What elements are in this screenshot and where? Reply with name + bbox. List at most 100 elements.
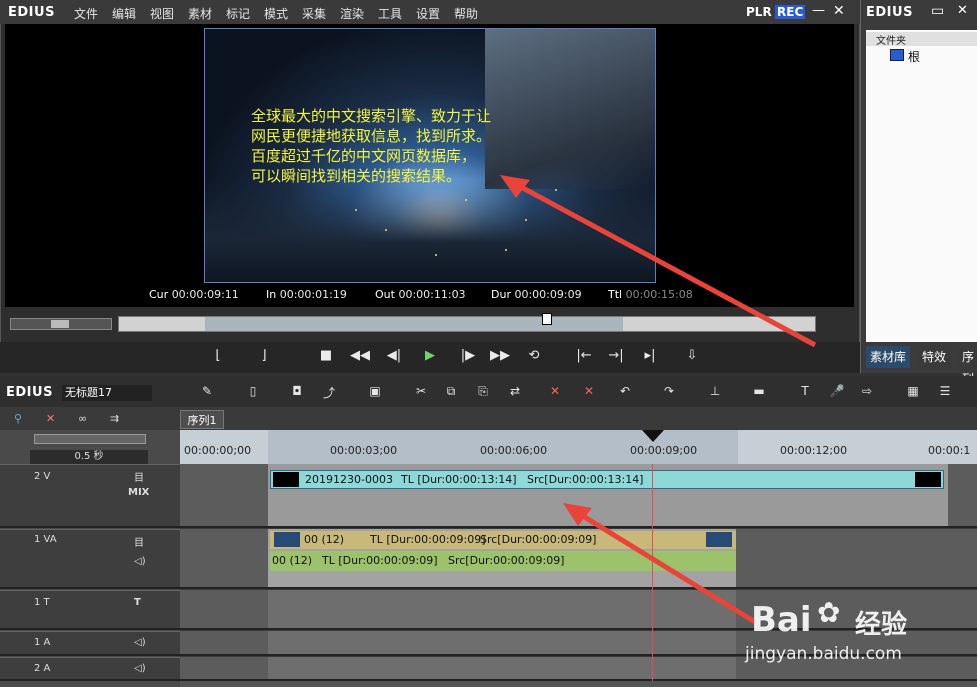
timeline-cursor[interactable] xyxy=(642,430,664,442)
menu-settings[interactable]: 设置 xyxy=(416,5,440,22)
menu-marker[interactable]: 标记 xyxy=(226,5,250,22)
prev-edit-icon[interactable]: |← xyxy=(572,346,596,366)
clip-tl-duration: TL [Dur:00:00:13:14] xyxy=(401,473,517,486)
folder-icon[interactable]: ▭ xyxy=(931,3,944,19)
loop-icon[interactable]: ⟲ xyxy=(522,346,546,366)
menu-mode[interactable]: 模式 xyxy=(264,5,288,22)
camera-icon[interactable]: ◘ xyxy=(288,384,306,400)
clip-name: 20191230-0003 xyxy=(305,473,393,486)
next-edit-icon[interactable]: →| xyxy=(604,346,628,366)
plr-mode-button[interactable]: PLR xyxy=(746,5,772,19)
redo-icon[interactable]: ↷ xyxy=(660,384,678,400)
track-tool-icon[interactable]: ✕ xyxy=(46,412,55,425)
track-name: 2 A xyxy=(34,663,51,674)
ruler-label: 00:00:06;00 xyxy=(480,444,548,457)
subtitle-line: 全球最大的中文搜索引擎、致力于让 xyxy=(251,107,492,125)
step-back-icon[interactable]: ◀| xyxy=(382,346,406,366)
sequence-tab[interactable]: 序列1 xyxy=(180,410,224,429)
mic-icon[interactable]: 🎤 xyxy=(828,384,846,400)
timecode-dur: Dur 00:00:09:09 xyxy=(491,288,582,301)
track-tool-icon[interactable]: ⚲ xyxy=(14,412,22,425)
track-header-1va[interactable]: 1 VA 目 ◁) xyxy=(0,529,180,589)
delete-icon[interactable]: ✕ xyxy=(546,384,564,400)
track-header-1t[interactable]: 1 T T xyxy=(0,590,180,630)
ripple-delete-icon[interactable]: ✕ xyxy=(580,384,598,400)
video-toggle-icon[interactable]: 目 xyxy=(134,534,144,549)
overwrite-icon[interactable]: ⇩ xyxy=(680,346,704,366)
tab-sequence[interactable]: 序列 xyxy=(958,346,977,386)
mixer-icon[interactable]: ☰ xyxy=(936,384,954,400)
tab-bin[interactable]: 素材库 xyxy=(866,346,911,368)
rewind-icon[interactable]: ◀◀ xyxy=(348,346,372,366)
set-in-icon[interactable]: ⌊ xyxy=(206,346,230,366)
menu-edit[interactable]: 编辑 xyxy=(112,5,136,22)
paste-icon[interactable]: ⎘ xyxy=(474,384,492,400)
cut-icon[interactable]: ✂ xyxy=(412,384,430,400)
track-header-2v[interactable]: 2 V MIX 目 xyxy=(0,464,180,528)
shuttle-slider[interactable] xyxy=(10,318,112,330)
watermark-url: jingyan.baidu.com xyxy=(745,644,902,664)
speaker-icon[interactable]: ◁) xyxy=(134,663,146,674)
timeline-ruler[interactable]: 00:00:00;00 00:00:03;00 00:00:06;00 00:0… xyxy=(180,430,977,464)
worker-silhouette xyxy=(485,29,655,189)
fast-forward-icon[interactable]: ▶▶ xyxy=(488,346,512,366)
shuttle-handle[interactable] xyxy=(51,320,69,328)
clip-src-duration: Src[Dur:00:00:09:09] xyxy=(480,533,597,546)
export-icon[interactable]: ⇨ xyxy=(858,384,876,400)
clip-tl-duration: TL [Dur:00:00:09:09] xyxy=(322,554,438,567)
rec-mode-button[interactable]: REC xyxy=(775,5,806,19)
minimize-icon[interactable]: — xyxy=(812,3,825,18)
menu-help[interactable]: 帮助 xyxy=(454,5,478,22)
ruler-label: 00:00:1 xyxy=(928,444,971,457)
menu-file[interactable]: 文件 xyxy=(74,5,98,22)
edius-app: { "player": { "logo": "EDIUS", "menus": … xyxy=(0,0,977,687)
video-toggle-icon[interactable]: 目 xyxy=(134,469,144,484)
insert-icon[interactable]: ▸| xyxy=(638,346,662,366)
track-tool-icon[interactable]: ∞ xyxy=(78,412,87,425)
title-icon[interactable]: T xyxy=(796,384,814,400)
track-header-2a[interactable]: 2 A ◁) xyxy=(0,657,180,681)
root-folder-label[interactable]: 根 xyxy=(908,48,920,65)
speaker-icon[interactable]: ◁) xyxy=(134,556,146,567)
new-file-icon[interactable]: ▯ xyxy=(244,384,262,400)
tab-effects[interactable]: 特效 xyxy=(918,346,951,368)
watermark-brand-tail: 经验 xyxy=(855,610,908,640)
menu-capture[interactable]: 采集 xyxy=(302,5,326,22)
playhead-marker[interactable] xyxy=(542,313,552,325)
open-icon[interactable]: ⤴ xyxy=(320,384,338,400)
speaker-icon[interactable]: ◁) xyxy=(134,637,146,648)
replace-icon[interactable]: ⇄ xyxy=(506,384,524,400)
play-icon[interactable]: ▶ xyxy=(418,346,442,366)
link-icon[interactable]: ▬ xyxy=(750,384,768,400)
marker-icon[interactable]: ⊥ xyxy=(706,384,724,400)
stop-icon[interactable]: ■ xyxy=(314,346,338,366)
scrub-bar[interactable] xyxy=(118,313,816,332)
close-icon[interactable]: ✕ xyxy=(957,3,968,18)
clip-v2[interactable]: 20191230-0003 TL [Dur:00:00:13:14] Src[D… xyxy=(270,470,944,489)
track-2v[interactable]: 20191230-0003 TL [Dur:00:00:13:14] Src[D… xyxy=(180,464,977,528)
new-sequence-icon[interactable]: ✎ xyxy=(198,384,216,400)
track-range xyxy=(268,590,736,628)
menu-tools[interactable]: 工具 xyxy=(378,5,402,22)
zoom-slider[interactable] xyxy=(34,434,146,444)
set-out-icon[interactable]: ⌋ xyxy=(252,346,276,366)
menu-render[interactable]: 渲染 xyxy=(340,5,364,22)
save-icon[interactable]: ▣ xyxy=(366,384,384,400)
grid-icon[interactable]: ▦ xyxy=(904,384,922,400)
clip-va-video[interactable]: 00 (12) TL [Dur:00:00:09:09] Src[Dur:00:… xyxy=(270,531,736,549)
zoom-unit[interactable]: 0.5 秒 xyxy=(30,450,148,464)
track-header-1a[interactable]: 1 A ◁) xyxy=(0,631,180,656)
clip-thumbnail xyxy=(915,472,941,487)
menu-view[interactable]: 视图 xyxy=(150,5,174,22)
menu-clip[interactable]: 素材 xyxy=(188,5,212,22)
close-icon[interactable]: ✕ xyxy=(833,3,845,19)
clip-thumbnail xyxy=(273,472,299,487)
track-tool-icon[interactable]: ⇉ xyxy=(110,412,119,425)
step-forward-icon[interactable]: |▶ xyxy=(456,346,480,366)
clip-va-audio[interactable]: 00 (12) TL [Dur:00:00:09:09] Src[Dur:00:… xyxy=(270,551,736,571)
clip-name: 00 (12) xyxy=(272,554,313,567)
track-1va[interactable]: 00 (12) TL [Dur:00:00:09:09] Src[Dur:00:… xyxy=(180,529,977,589)
clip-src-duration: Src[Dur:00:00:09:09] xyxy=(448,554,565,567)
copy-icon[interactable]: ⧉ xyxy=(442,384,460,400)
undo-icon[interactable]: ↶ xyxy=(616,384,634,400)
